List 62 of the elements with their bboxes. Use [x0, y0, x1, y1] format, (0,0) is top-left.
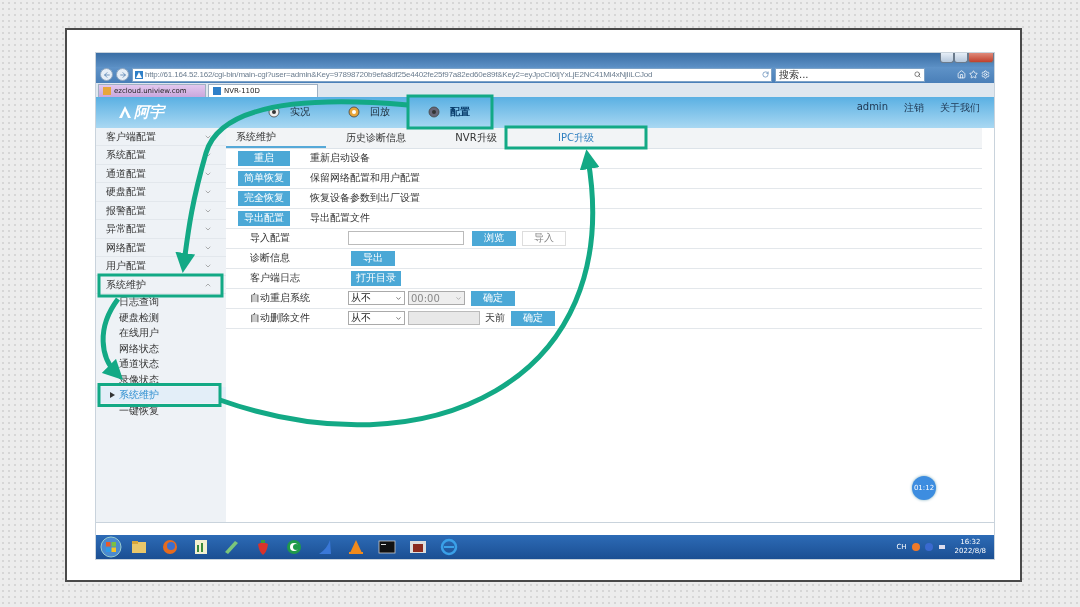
- home-icon[interactable]: [957, 70, 966, 80]
- action-description: 导出配置文件: [310, 211, 370, 226]
- nav-item[interactable]: 配置: [418, 95, 503, 129]
- maximize-button[interactable]: [954, 53, 968, 63]
- tab[interactable]: IPC升级: [526, 127, 626, 148]
- setting-label: 导入配置: [250, 231, 291, 246]
- page-icon: [135, 70, 143, 79]
- sidebar-subitem[interactable]: 在线用户: [96, 325, 226, 341]
- action-description: 保留网络配置和用户配置: [310, 171, 420, 186]
- input-field[interactable]: [348, 231, 464, 246]
- tab[interactable]: NVR升级: [426, 127, 526, 148]
- sidebar-item[interactable]: 异常配置: [96, 220, 226, 239]
- arrow-left-icon: [102, 70, 111, 79]
- page-icon: [103, 86, 111, 95]
- chevron-down-icon: [395, 294, 402, 302]
- settings-icon[interactable]: [981, 70, 990, 80]
- search-icon[interactable]: [914, 71, 921, 79]
- search-field[interactable]: 搜索...: [775, 67, 925, 82]
- sidebar-item[interactable]: 用户配置: [96, 257, 226, 276]
- setting-label: 客户端日志: [250, 271, 301, 286]
- dropdown[interactable]: 从不: [348, 291, 405, 306]
- header-link[interactable]: admin: [856, 100, 888, 115]
- unit-label: 天前: [485, 311, 505, 326]
- page-icon: [213, 86, 221, 95]
- close-button[interactable]: [968, 53, 994, 63]
- sidebar-item[interactable]: 系统配置: [96, 146, 226, 165]
- header-link[interactable]: 关于我们: [940, 100, 980, 115]
- forward-button[interactable]: [116, 68, 129, 82]
- back-button[interactable]: [100, 68, 113, 82]
- refresh-icon[interactable]: [762, 71, 769, 79]
- sidebar-subitem[interactable]: 网络状态: [96, 340, 226, 357]
- triangle-icon: [110, 392, 115, 399]
- sidebar-subitem[interactable]: 硬盘检测: [96, 309, 226, 326]
- sidebar-item[interactable]: 系统维护: [96, 275, 226, 295]
- action-description: 恢复设备参数到出厂设置: [310, 191, 420, 206]
- star-icon[interactable]: [969, 70, 978, 80]
- arrow-right-icon: [118, 70, 127, 79]
- chevron-down-icon: [455, 294, 462, 302]
- address-field[interactable]: http://61.164.52.162/cgi-bin/main-cgi?user=admin&Key=97898720b9efa8df25e4402fe25f97a82ed60e89f&Key2=eyJpcCI6IjYxLjE2NC41Mi4xNjIiLCJod: [132, 67, 772, 82]
- reel-icon: [348, 106, 360, 119]
- setting-label: 自动重启系统: [250, 291, 311, 306]
- sidebar-item[interactable]: 硬盘配置: [96, 183, 226, 202]
- nav-item[interactable]: 回放: [338, 95, 418, 129]
- start-button[interactable]: [100, 536, 122, 558]
- sidebar-item[interactable]: 报警配置: [96, 201, 226, 221]
- logo-text: 阿宇: [134, 102, 164, 122]
- action-description: 重新启动设备: [310, 151, 370, 166]
- setting-label: 自动删除文件: [250, 311, 311, 326]
- sidebar-item[interactable]: 通道配置: [96, 164, 226, 184]
- sidebar-subitem[interactable]: 通道状态: [96, 356, 226, 372]
- minimize-button[interactable]: [940, 53, 954, 63]
- sidebar-item[interactable]: 网络配置: [96, 238, 226, 258]
- tab[interactable]: 历史诊断信息: [326, 127, 426, 148]
- tab[interactable]: 系统维护: [226, 127, 326, 148]
- circle-icon[interactable]: [911, 543, 920, 551]
- header-link[interactable]: 注销: [904, 100, 924, 115]
- nav-item[interactable]: 实况: [258, 95, 338, 129]
- setting-label: 诊断信息: [250, 251, 291, 266]
- logo-icon: [118, 106, 132, 119]
- dropdown[interactable]: 从不: [348, 311, 405, 326]
- sidebar-subitem[interactable]: 日志查询: [96, 294, 226, 310]
- chevron-down-icon: [395, 314, 402, 322]
